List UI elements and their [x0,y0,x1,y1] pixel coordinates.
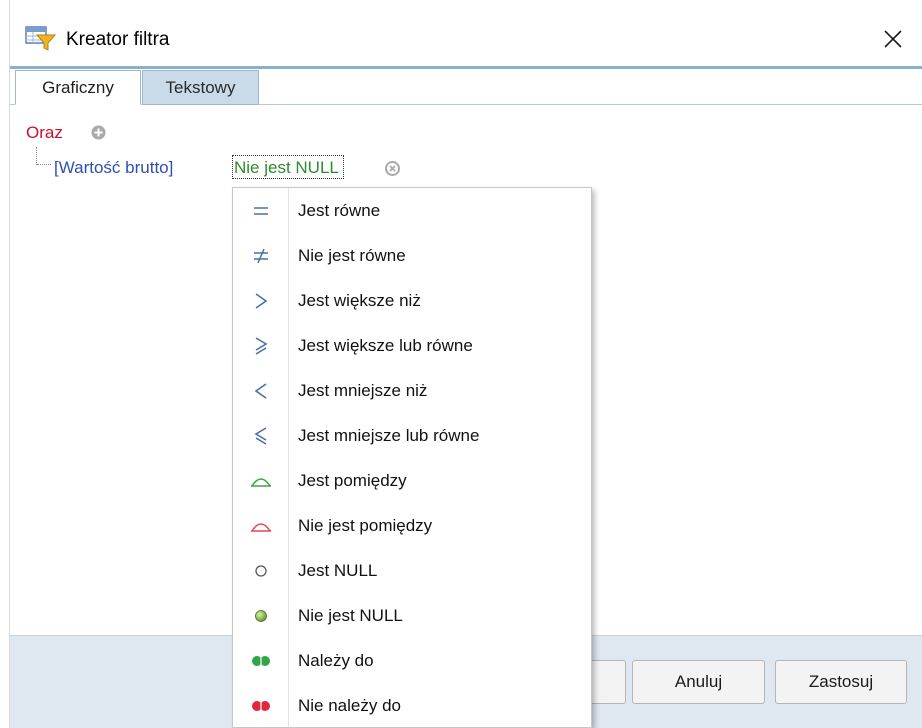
greater-than-icon [233,278,288,323]
menu-item-label: Jest większe niż [298,290,421,310]
menu-item-not-between[interactable]: Nie jest pomiędzy [233,503,591,548]
less-than-icon [233,368,288,413]
close-button[interactable] [872,18,914,60]
menu-item-label: Jest równe [298,200,381,220]
menu-item-label: Należy do [298,650,374,670]
menu-item-greater-than[interactable]: Jest większe niż [233,278,591,323]
tree-connector-vertical [36,147,38,165]
not-between-icon [233,503,288,548]
menu-item-label: Nie jest pomiędzy [298,515,433,535]
not-equal-icon [233,233,288,278]
menu-item-label: Jest mniejsze lub równe [298,425,480,445]
menu-item-label: Nie należy do [298,695,402,715]
menu-item-label: Jest pomiędzy [298,470,407,490]
tab-graficzny[interactable]: Graficzny [15,70,141,105]
greater-equal-icon [233,323,288,368]
condition-operator[interactable]: Nie jest NULL [232,155,344,179]
not-in-icon [233,683,288,727]
menu-item-label: Jest większe lub równe [298,335,473,355]
menu-item-not-null[interactable]: Nie jest NULL [233,593,591,638]
x-circle-icon[interactable] [384,160,401,177]
menu-item-not-in[interactable]: Nie należy do [233,683,591,727]
apply-button[interactable]: Zastosuj [775,660,907,704]
in-icon [233,638,288,683]
menu-item-label: Jest mniejsze niż [298,380,428,400]
title-bar: Kreator filtra [10,0,922,66]
cancel-button[interactable]: Anuluj [632,660,765,704]
window-title: Kreator filtra [66,29,170,50]
tab-bar-top-edge [10,66,922,69]
group-operator-label[interactable]: Oraz [26,123,63,143]
condition-field[interactable]: [Wartość brutto] [54,158,173,178]
menu-item-less-equal[interactable]: Jest mniejsze lub równe [233,413,591,458]
menu-item-label: Nie jest NULL [298,605,403,625]
tree-connector-horizontal [37,164,51,166]
menu-item-between[interactable]: Jest pomiędzy [233,458,591,503]
tab-bar: Graficzny Tekstowy [10,66,922,105]
equals-icon [233,188,288,233]
menu-item-label: Jest NULL [298,560,378,580]
operator-dropdown-menu: Jest równe Nie jest równe Jest większe n… [232,187,592,728]
less-equal-icon [233,413,288,458]
window-left-edge [0,0,10,728]
menu-item-equals[interactable]: Jest równe [233,188,591,233]
plus-circle-icon[interactable] [90,124,107,141]
menu-item-not-equal[interactable]: Nie jest równe [233,233,591,278]
close-icon [884,30,902,48]
menu-item-in[interactable]: Należy do [233,638,591,683]
menu-item-is-null[interactable]: Jest NULL [233,548,591,593]
menu-item-label: Nie jest równe [298,245,406,265]
not-null-icon [233,593,288,638]
between-icon [233,458,288,503]
menu-item-greater-equal[interactable]: Jest większe lub równe [233,323,591,368]
tab-tekstowy[interactable]: Tekstowy [142,70,259,105]
null-icon [233,548,288,593]
filter-wizard-icon [25,26,57,51]
filter-builder-window: Kreator filtra Graficzny Tekstowy Oraz [… [0,0,922,728]
menu-item-less-than[interactable]: Jest mniejsze niż [233,368,591,413]
